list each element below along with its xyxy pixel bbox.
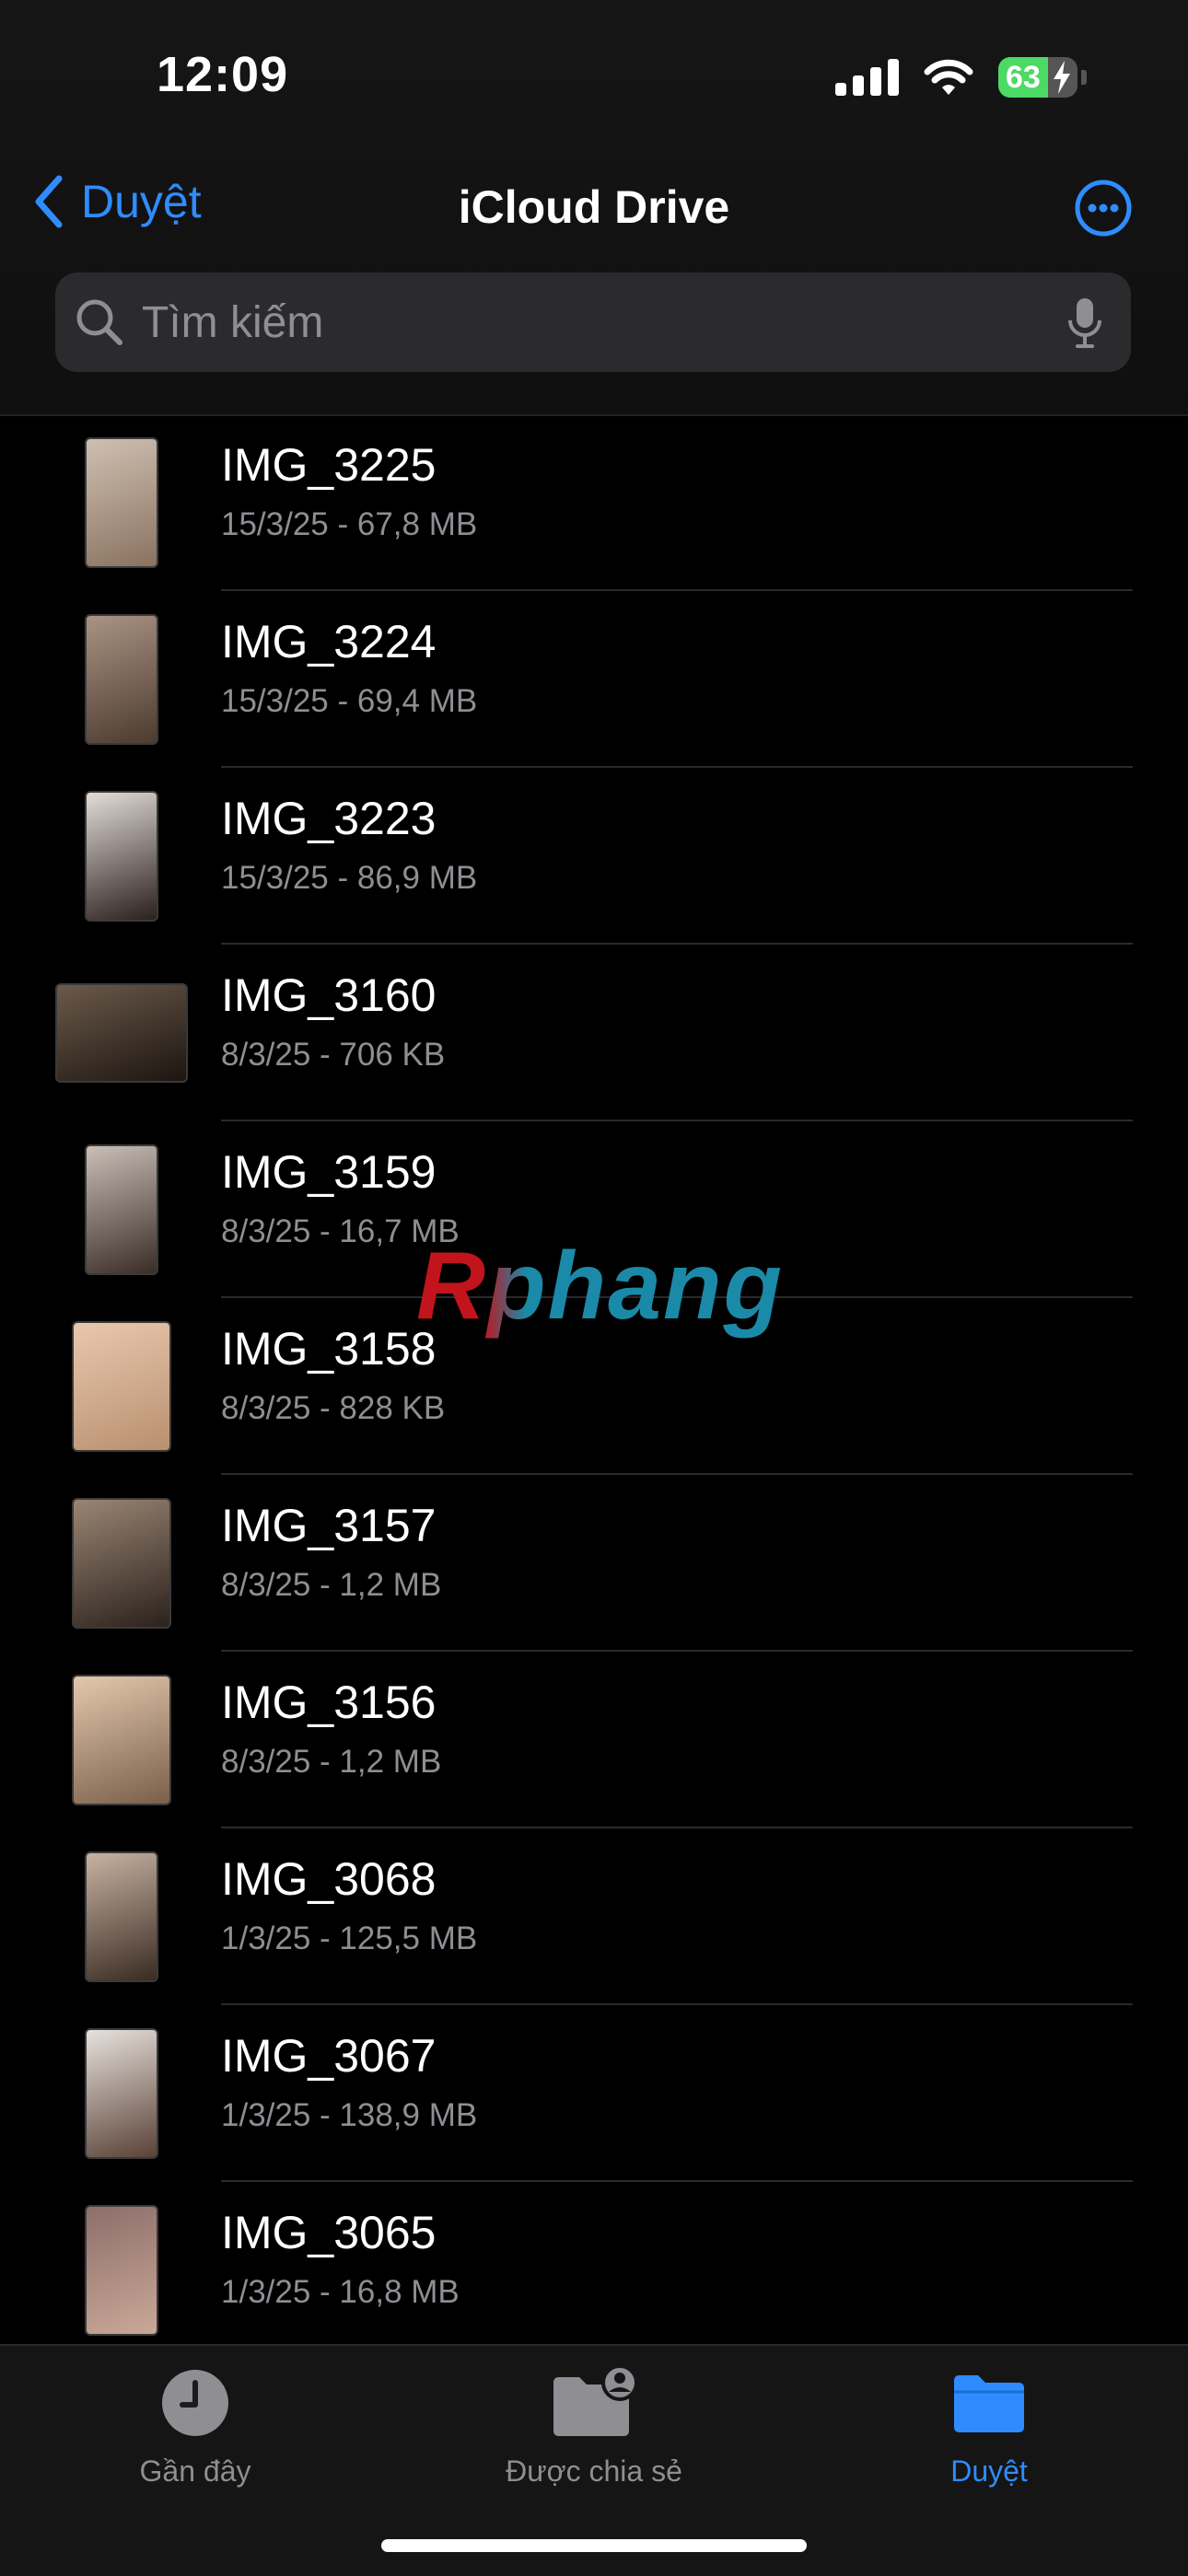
battery-indicator: 63 [998, 57, 1077, 98]
wifi-icon [924, 59, 973, 95]
file-thumbnail [72, 1498, 171, 1629]
file-name: IMG_3067 [221, 2030, 437, 2082]
file-name: IMG_3065 [221, 2207, 437, 2258]
file-meta: 8/3/25 - 16,7 MB [221, 1213, 460, 1249]
file-row[interactable]: IMG_3223 15/3/25 - 86,9 MB [0, 768, 1188, 945]
file-name: IMG_3157 [221, 1500, 437, 1551]
tab-shared[interactable]: Được chia sẻ [456, 2364, 732, 2489]
search-icon [76, 299, 122, 345]
file-row[interactable]: IMG_3156 8/3/25 - 1,2 MB [0, 1652, 1188, 1828]
ellipsis-circle-icon[interactable] [1074, 179, 1133, 238]
file-thumbnail [85, 1851, 158, 1982]
tab-recents[interactable]: Gần đây [57, 2364, 333, 2489]
file-row[interactable]: IMG_3225 15/3/25 - 67,8 MB [0, 414, 1188, 591]
search-bar[interactable] [55, 273, 1131, 372]
file-row[interactable]: IMG_3065 1/3/25 - 16,8 MB [0, 2182, 1188, 2359]
file-name: IMG_3159 [221, 1146, 437, 1198]
battery-percent: 63 [1006, 59, 1041, 95]
file-thumbnail [85, 437, 158, 568]
file-thumbnail [72, 1321, 171, 1452]
file-name: IMG_3158 [221, 1323, 437, 1375]
file-thumbnail [85, 614, 158, 745]
charging-bolt-icon [1054, 61, 1070, 94]
home-indicator [381, 2539, 807, 2552]
file-row[interactable]: IMG_3157 8/3/25 - 1,2 MB [0, 1475, 1188, 1652]
tab-browse-label: Duyệt [950, 2454, 1028, 2488]
file-thumbnail [72, 1675, 171, 1805]
file-row[interactable]: IMG_3068 1/3/25 - 125,5 MB [0, 1828, 1188, 2005]
file-list: IMG_3225 15/3/25 - 67,8 MB IMG_3224 15/3/25… [0, 414, 1188, 2359]
file-thumbnail [85, 2205, 158, 2336]
file-thumbnail [85, 1144, 158, 1275]
file-name: IMG_3160 [221, 969, 437, 1021]
file-thumbnail [85, 791, 158, 922]
file-row[interactable]: IMG_3160 8/3/25 - 706 KB [0, 945, 1188, 1121]
file-meta: 15/3/25 - 67,8 MB [221, 506, 478, 542]
folder-icon [954, 2375, 1024, 2432]
file-thumbnail [55, 983, 188, 1083]
file-meta: 1/3/25 - 16,8 MB [221, 2274, 460, 2310]
shared-folder-icon [553, 2364, 638, 2436]
file-name: IMG_3068 [221, 1853, 437, 1905]
file-name: IMG_3156 [221, 1677, 437, 1728]
file-row[interactable]: IMG_3224 15/3/25 - 69,4 MB [0, 591, 1188, 768]
page-title: iCloud Drive [458, 181, 730, 233]
file-meta: 8/3/25 - 706 KB [221, 1037, 446, 1073]
file-meta: 15/3/25 - 69,4 MB [221, 683, 478, 719]
status-icons: 63 [835, 57, 1087, 98]
microphone-icon[interactable] [1066, 296, 1103, 350]
file-name: IMG_3224 [221, 616, 437, 667]
file-meta: 8/3/25 - 1,2 MB [221, 1567, 442, 1603]
file-thumbnail [85, 2028, 158, 2159]
battery-cap [1081, 70, 1087, 85]
tab-recents-label: Gần đây [139, 2454, 251, 2488]
file-name: IMG_3223 [221, 793, 437, 844]
file-meta: 1/3/25 - 125,5 MB [221, 1920, 478, 1956]
file-meta: 1/3/25 - 138,9 MB [221, 2097, 478, 2133]
cellular-signal-icon [835, 59, 899, 96]
file-row[interactable]: IMG_3158 8/3/25 - 828 KB [0, 1298, 1188, 1475]
file-meta: 8/3/25 - 1,2 MB [221, 1744, 442, 1780]
file-name: IMG_3225 [221, 439, 437, 491]
file-row[interactable]: IMG_3067 1/3/25 - 138,9 MB [0, 2005, 1188, 2182]
clock-icon [162, 2370, 228, 2436]
tab-browse[interactable]: Duyệt [851, 2364, 1127, 2489]
search-input[interactable] [140, 296, 1028, 349]
file-meta: 15/3/25 - 86,9 MB [221, 860, 478, 896]
file-meta: 8/3/25 - 828 KB [221, 1390, 446, 1426]
file-row[interactable]: IMG_3159 8/3/25 - 16,7 MB [0, 1121, 1188, 1298]
status-time: 12:09 [157, 47, 289, 102]
tab-shared-label: Được chia sẻ [506, 2454, 682, 2488]
